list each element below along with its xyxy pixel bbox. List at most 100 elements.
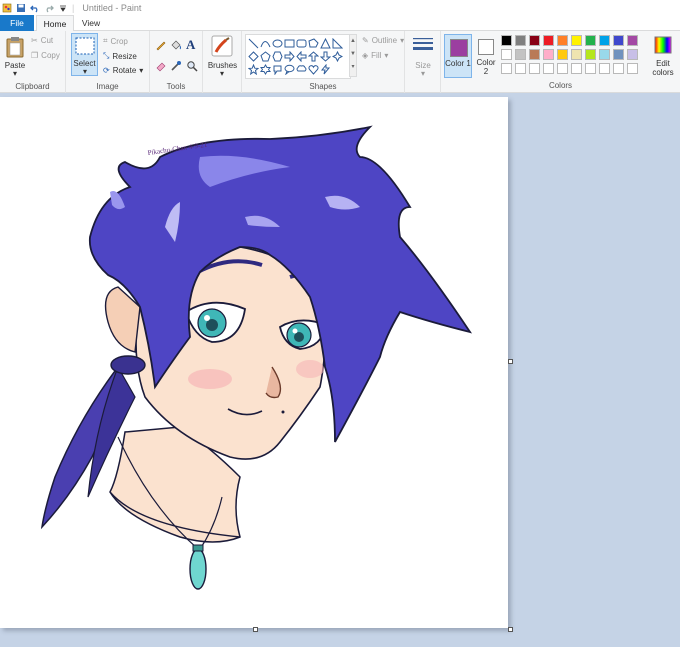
palette-swatch[interactable]: [585, 49, 596, 60]
copy-button[interactable]: ❐ Copy: [31, 51, 60, 60]
lightning-shape-icon[interactable]: [320, 64, 331, 75]
shapes-scroll[interactable]: ▲ ▼ ▾: [349, 34, 357, 77]
palette-swatch[interactable]: [515, 49, 526, 60]
text-tool-icon[interactable]: A: [186, 37, 195, 53]
brushes-dropdown-arrow[interactable]: ▾: [219, 69, 225, 78]
color-picker-icon[interactable]: [170, 60, 182, 72]
cloud-callout-shape-icon[interactable]: [296, 64, 307, 75]
scroll-down-icon[interactable]: ▼: [350, 48, 356, 61]
line-thickness-icon: [413, 38, 433, 50]
pencil-icon[interactable]: [155, 39, 167, 51]
resize-icon: ⤡: [103, 51, 110, 60]
edit-colors-button[interactable]: Edit colors: [648, 34, 678, 78]
palette-swatch[interactable]: [529, 35, 540, 46]
triangle-shape-icon[interactable]: [320, 38, 331, 49]
palette-swatch[interactable]: [543, 49, 554, 60]
magnifier-icon[interactable]: [186, 60, 198, 72]
redo-icon[interactable]: [44, 3, 54, 13]
palette-swatch[interactable]: [543, 35, 554, 46]
heart-shape-icon[interactable]: [308, 64, 319, 75]
color1-button[interactable]: Color 1: [444, 34, 472, 78]
paste-dropdown-arrow[interactable]: ▾: [12, 69, 18, 78]
palette-swatch[interactable]: [557, 35, 568, 46]
eraser-icon[interactable]: [155, 60, 167, 72]
undo-icon[interactable]: [30, 3, 40, 13]
canvas-resize-handle-bottom[interactable]: [253, 627, 258, 632]
six-point-star-shape-icon[interactable]: [260, 64, 271, 75]
palette-swatch[interactable]: [543, 63, 554, 74]
palette-swatch[interactable]: [585, 63, 596, 74]
palette-swatch[interactable]: [599, 49, 610, 60]
pentagon-shape-icon[interactable]: [260, 51, 271, 62]
fill-bucket-icon[interactable]: [170, 39, 182, 51]
palette-swatch[interactable]: [613, 63, 624, 74]
cut-button[interactable]: ✂ Cut: [31, 36, 53, 45]
scroll-up-icon[interactable]: ▲: [350, 35, 356, 48]
polygon-shape-icon[interactable]: [308, 38, 319, 49]
right-arrow-shape-icon[interactable]: [284, 51, 295, 62]
palette-swatch[interactable]: [613, 49, 624, 60]
palette-swatch[interactable]: [515, 63, 526, 74]
up-arrow-shape-icon[interactable]: [308, 51, 319, 62]
canvas-resize-handle-corner[interactable]: [508, 627, 513, 632]
line-shape-icon[interactable]: [248, 38, 259, 49]
palette-swatch[interactable]: [627, 63, 638, 74]
hexagon-shape-icon[interactable]: [272, 51, 283, 62]
oval-callout-shape-icon[interactable]: [284, 64, 295, 75]
expand-gallery-icon[interactable]: ▾: [350, 61, 356, 74]
color2-button[interactable]: Color 2: [474, 34, 500, 78]
rectangle-shape-icon[interactable]: [284, 38, 295, 49]
palette-swatch[interactable]: [627, 49, 638, 60]
palette-swatch[interactable]: [571, 49, 582, 60]
palette-swatch[interactable]: [515, 35, 526, 46]
outline-label: Outline: [371, 36, 398, 45]
palette-swatch[interactable]: [557, 63, 568, 74]
five-point-star-shape-icon[interactable]: [248, 64, 259, 75]
paste-button[interactable]: Paste ▾: [3, 34, 27, 78]
oval-shape-icon[interactable]: [272, 38, 283, 49]
crop-icon: ⌗: [103, 36, 108, 45]
palette-swatch[interactable]: [599, 35, 610, 46]
down-arrow-shape-icon[interactable]: [320, 51, 331, 62]
palette-swatch[interactable]: [613, 35, 624, 46]
palette-swatch[interactable]: [529, 63, 540, 74]
fill-dropdown-arrow[interactable]: ▾: [384, 51, 388, 60]
drawing-canvas[interactable]: Pikachu-Chan 4-9-21: [0, 97, 508, 628]
brushes-button[interactable]: Brushes ▾: [206, 34, 239, 78]
crop-button[interactable]: ⌗ Crop: [103, 36, 128, 46]
palette-swatch[interactable]: [599, 63, 610, 74]
tab-view[interactable]: View: [76, 15, 106, 31]
rotate-button[interactable]: ⟳ Rotate ▾: [103, 66, 143, 75]
size-dropdown-arrow[interactable]: ▾: [420, 69, 426, 78]
palette-swatch[interactable]: [529, 49, 540, 60]
canvas-resize-handle-right[interactable]: [508, 359, 513, 364]
left-arrow-shape-icon[interactable]: [296, 51, 307, 62]
select-dropdown-arrow[interactable]: ▾: [82, 67, 88, 76]
palette-swatch[interactable]: [501, 63, 512, 74]
tab-home[interactable]: Home: [36, 15, 74, 32]
rounded-callout-shape-icon[interactable]: [272, 64, 283, 75]
save-icon[interactable]: [16, 3, 26, 13]
rounded-rectangle-shape-icon[interactable]: [296, 38, 307, 49]
palette-swatch[interactable]: [557, 49, 568, 60]
right-triangle-shape-icon[interactable]: [332, 38, 343, 49]
customize-quick-access-icon[interactable]: [58, 3, 68, 13]
size-button[interactable]: Size ▾: [408, 34, 438, 78]
four-point-star-shape-icon[interactable]: [332, 51, 343, 62]
palette-swatch[interactable]: [501, 49, 512, 60]
outline-dropdown-arrow[interactable]: ▾: [400, 36, 404, 45]
canvas-workspace[interactable]: Pikachu-Chan 4-9-21: [0, 93, 680, 647]
palette-swatch[interactable]: [571, 35, 582, 46]
outline-button[interactable]: ✎ Outline ▾: [362, 36, 404, 45]
palette-swatch[interactable]: [627, 35, 638, 46]
tab-file[interactable]: File: [0, 15, 34, 31]
palette-swatch[interactable]: [585, 35, 596, 46]
curve-shape-icon[interactable]: [260, 38, 271, 49]
fill-button[interactable]: ◈ Fill ▾: [362, 51, 388, 60]
palette-swatch[interactable]: [501, 35, 512, 46]
diamond-shape-icon[interactable]: [248, 51, 259, 62]
palette-swatch[interactable]: [571, 63, 582, 74]
rotate-dropdown-arrow[interactable]: ▾: [139, 66, 143, 75]
resize-button[interactable]: ⤡ Resize: [103, 51, 137, 61]
select-button[interactable]: Select ▾: [71, 33, 98, 76]
